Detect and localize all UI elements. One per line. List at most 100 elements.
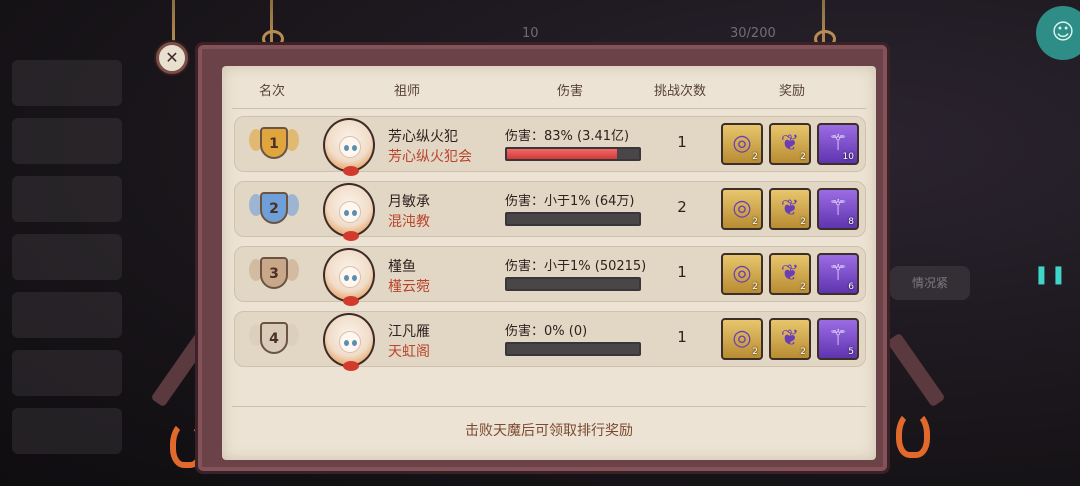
avatar-eye — [352, 145, 357, 151]
reward-quantity: 5 — [848, 347, 854, 357]
damage-bar — [505, 277, 641, 291]
avatar-flower — [343, 296, 359, 306]
avatar-face — [339, 201, 361, 223]
reward-quantity: 2 — [800, 347, 806, 357]
table-row[interactable]: 4 江凡雁 天虹阁 伤害：0% (0) 1 ◎ 2 ❦ 2 ⚚ 5 — [234, 311, 866, 371]
background-tip: 情况紧 — [890, 266, 970, 300]
avatar-eye — [344, 145, 349, 151]
side-item — [12, 176, 122, 222]
founder-name: 芳心纵火犯 — [388, 129, 458, 145]
damage-text: 伤害：小于1% (50215) — [505, 259, 647, 274]
reward-quantity: 2 — [800, 217, 806, 227]
rope — [172, 0, 175, 46]
rank-badge: 2 — [249, 188, 299, 232]
top-count-secondary: 30/200 — [730, 26, 776, 41]
reward-quantity: 2 — [752, 282, 758, 292]
reward-item[interactable]: ❦ 2 — [769, 253, 811, 295]
rank-number: 4 — [260, 322, 288, 354]
damage-bar — [505, 212, 641, 226]
reward-quantity: 2 — [800, 152, 806, 162]
header-divider — [232, 108, 866, 109]
header-damage: 伤害 — [556, 84, 583, 99]
close-icon[interactable]: ✕ — [156, 42, 188, 74]
rank-number: 2 — [260, 192, 288, 224]
avatar-eye — [352, 210, 357, 216]
founder-avatar[interactable] — [323, 183, 375, 241]
avatar-eye — [352, 340, 357, 346]
footer-hint: 击败天魔后可领取排行奖励 — [465, 423, 633, 439]
reward-quantity: 2 — [752, 152, 758, 162]
rank-number: 1 — [260, 127, 288, 159]
attempt-count: 1 — [677, 133, 687, 151]
founder-name: 月敏承 — [388, 194, 430, 210]
rank-badge: 1 — [249, 123, 299, 167]
guild-name: 混沌教 — [388, 214, 430, 230]
header-founder: 祖师 — [393, 84, 420, 99]
damage-text: 伤害：小于1% (64万) — [505, 194, 635, 209]
flame-decoration — [896, 410, 930, 458]
damage-bar — [505, 342, 641, 356]
founder-avatar[interactable] — [323, 313, 375, 371]
side-item — [12, 234, 122, 280]
reward-item[interactable]: ◎ 2 — [721, 253, 763, 295]
side-item — [12, 408, 122, 454]
side-item — [12, 60, 122, 106]
reward-quantity: 2 — [752, 217, 758, 227]
reward-item[interactable]: ⚚ 5 — [817, 318, 859, 360]
avatar-face — [339, 331, 361, 353]
reward-quantity: 2 — [752, 347, 758, 357]
founder-name: 江凡雁 — [388, 324, 430, 340]
rank-badge: 3 — [249, 253, 299, 297]
header-attempts: 挑战次数 — [653, 84, 706, 99]
header-reward: 奖励 — [778, 84, 805, 99]
avatar-face — [339, 136, 361, 158]
pause-icon[interactable]: ❚❚ — [1034, 264, 1068, 285]
reward-quantity: 10 — [842, 152, 854, 162]
rank-badge: 4 — [249, 318, 299, 362]
rank-number: 3 — [260, 257, 288, 289]
leaderboard-panel: 名次 祖师 伤害 挑战次数 奖励 1 芳心纵火犯 芳心纵火犯会 伤害：83% (… — [222, 66, 876, 460]
attempt-count: 1 — [677, 263, 687, 281]
avatar-eye — [352, 275, 357, 281]
reward-item[interactable]: ⚚ 6 — [817, 253, 859, 295]
reward-item[interactable]: ❦ 2 — [769, 188, 811, 230]
reward-quantity: 6 — [848, 282, 854, 292]
side-item — [12, 292, 122, 338]
table-row[interactable]: 2 月敏承 混沌教 伤害：小于1% (64万) 2 ◎ 2 ❦ 2 ⚚ 8 — [234, 181, 866, 241]
reward-item[interactable]: ❦ 2 — [769, 123, 811, 165]
reward-item[interactable]: ⚚ 8 — [817, 188, 859, 230]
top-count: 10 — [522, 26, 539, 41]
side-item — [12, 118, 122, 164]
damage-text: 伤害：83% (3.41亿) — [505, 129, 630, 144]
founder-avatar[interactable] — [323, 248, 375, 306]
avatar-eye — [344, 340, 349, 346]
attempt-count: 1 — [677, 328, 687, 346]
table-row[interactable]: 1 芳心纵火犯 芳心纵火犯会 伤害：83% (3.41亿) 1 ◎ 2 ❦ 2 ⚚ … — [234, 116, 866, 176]
side-menu-dimmed — [12, 60, 122, 466]
avatar-eye — [344, 275, 349, 281]
guild-name: 天虹阁 — [388, 344, 430, 360]
guild-name: 芳心纵火犯会 — [388, 149, 472, 165]
table-row[interactable]: 3 槿鱼 槿云菀 伤害：小于1% (50215) 1 ◎ 2 ❦ 2 ⚚ 6 — [234, 246, 866, 306]
avatar-flower — [343, 231, 359, 241]
damage-bar-fill — [507, 149, 617, 159]
header-rank: 名次 — [258, 84, 285, 99]
reward-quantity: 8 — [848, 217, 854, 227]
damage-text: 伤害：0% (0) — [505, 324, 588, 339]
damage-bar — [505, 147, 641, 161]
avatar-flower — [343, 361, 359, 371]
reward-item[interactable]: ◎ 2 — [721, 123, 763, 165]
reward-item[interactable]: ⚚ 10 — [817, 123, 859, 165]
reward-item[interactable]: ◎ 2 — [721, 188, 763, 230]
side-item — [12, 350, 122, 396]
reward-quantity: 2 — [800, 282, 806, 292]
avatar-eye — [344, 210, 349, 216]
founder-avatar[interactable] — [323, 118, 375, 176]
avatar-face — [339, 266, 361, 288]
founder-name: 槿鱼 — [388, 259, 416, 275]
avatar-flower — [343, 166, 359, 176]
footer-divider — [232, 406, 866, 407]
reward-item[interactable]: ❦ 2 — [769, 318, 811, 360]
reward-item[interactable]: ◎ 2 — [721, 318, 763, 360]
guild-name: 槿云菀 — [388, 279, 430, 295]
